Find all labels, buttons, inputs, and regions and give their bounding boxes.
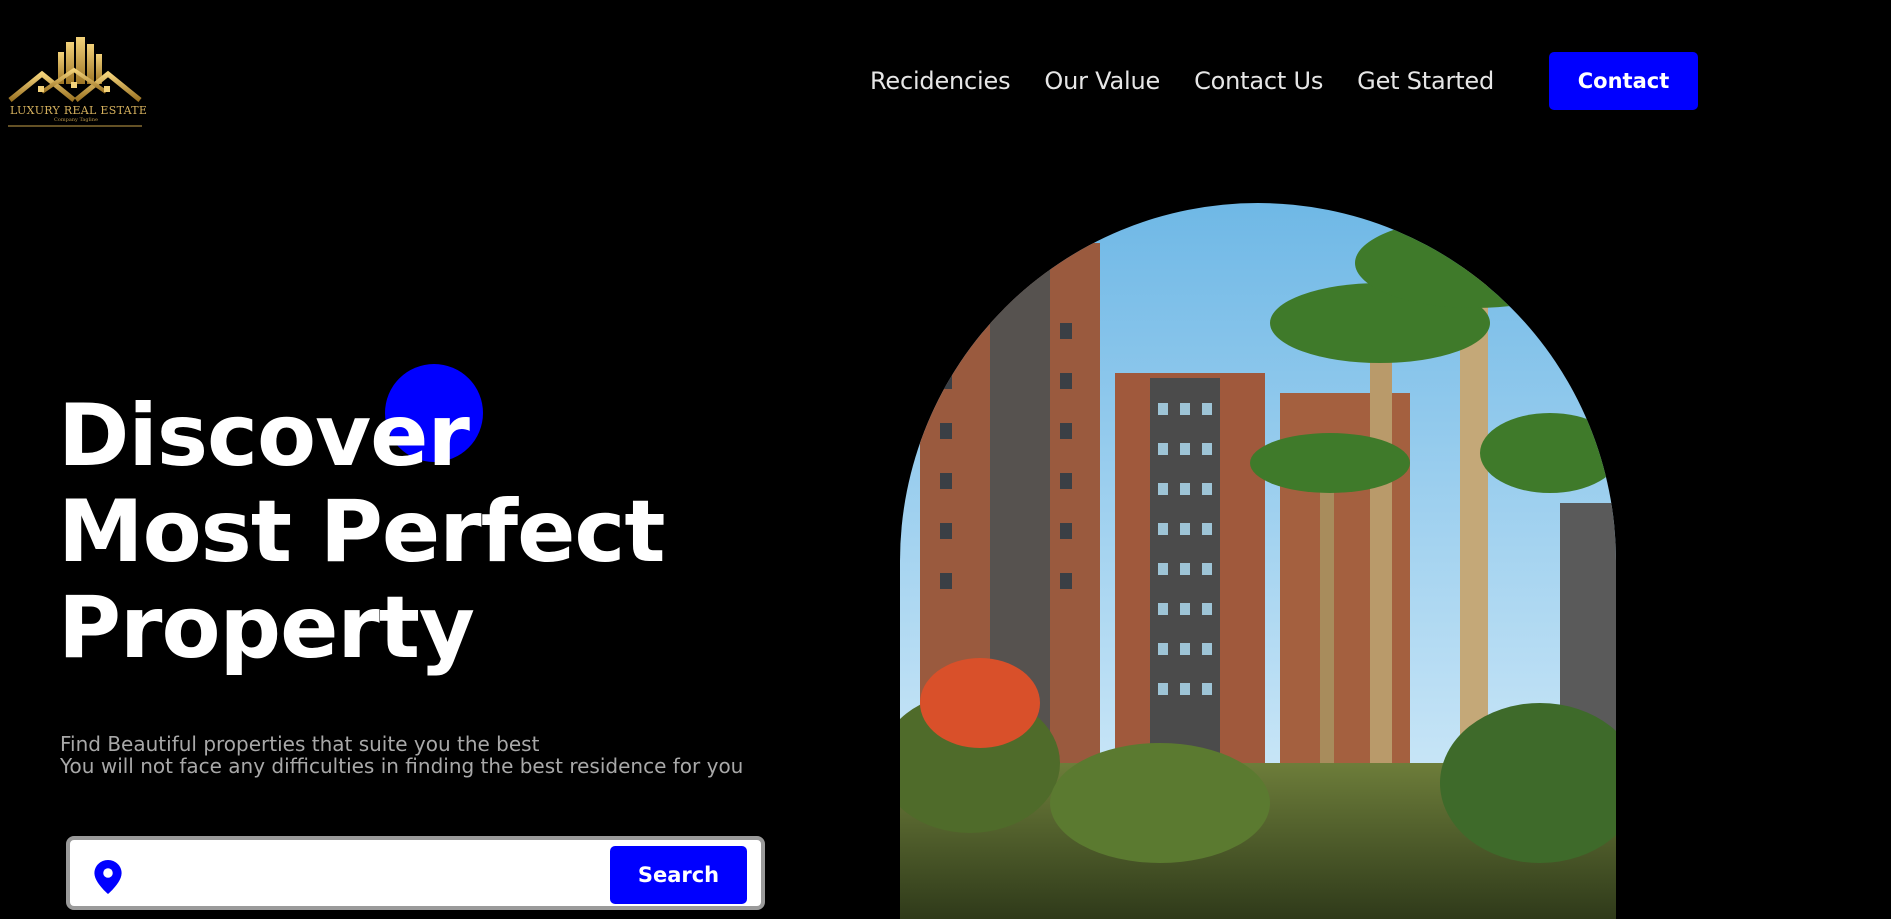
- nav-link-recidencies[interactable]: Recidencies: [870, 67, 1011, 95]
- logo-tagline: Company Tagline: [54, 117, 98, 123]
- hero-property-image: [900, 203, 1616, 919]
- logo-brand-text: LUXURY REAL ESTATE: [10, 104, 148, 117]
- nav-link-contact-us[interactable]: Contact Us: [1194, 67, 1323, 95]
- subtext-line-1: Find Beautiful properties that suite you…: [60, 732, 540, 756]
- search-button[interactable]: Search: [610, 846, 747, 904]
- headline-line-2: Most Perfect: [58, 482, 666, 582]
- headline-line-1: Discover: [58, 386, 470, 486]
- subtext-line-2: You will not face any difficulties in fi…: [60, 754, 744, 778]
- nav-link-our-value[interactable]: Our Value: [1044, 67, 1160, 95]
- hero-headline: Discover Most Perfect Property: [58, 386, 666, 678]
- building-illustration: [900, 203, 1616, 919]
- search-bar: Search: [66, 836, 765, 910]
- contact-button[interactable]: Contact: [1549, 52, 1698, 110]
- search-input[interactable]: [134, 854, 658, 896]
- headline-line-3: Property: [58, 578, 475, 678]
- logo[interactable]: LUXURY REAL ESTATE Company Tagline: [4, 34, 148, 130]
- main-nav: Recidencies Our Value Contact Us Get Sta…: [870, 52, 1528, 110]
- hero-subtext: Find Beautiful properties that suite you…: [60, 733, 743, 777]
- location-pin-icon: [94, 860, 122, 894]
- nav-link-get-started[interactable]: Get Started: [1357, 67, 1494, 95]
